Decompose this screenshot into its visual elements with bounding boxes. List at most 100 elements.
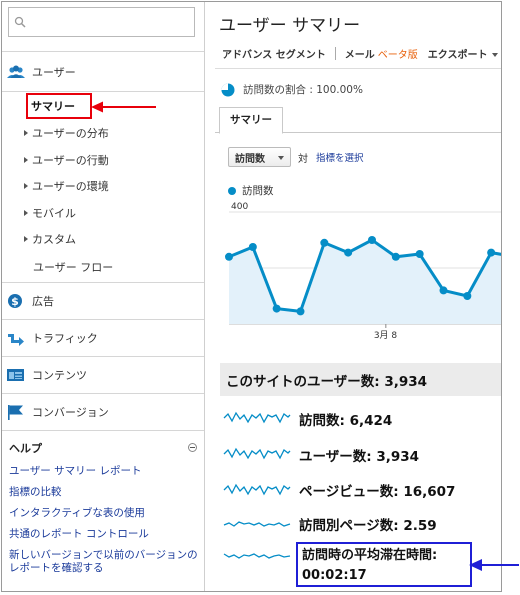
chart-point bbox=[487, 248, 496, 257]
x-tick-label: 3月 8 bbox=[374, 330, 398, 341]
pie-chart-icon bbox=[221, 83, 235, 96]
sidebar-item-label: ユーザーの環境 bbox=[32, 180, 109, 194]
chevron-down-icon bbox=[491, 53, 498, 57]
sidebar-section-users[interactable]: ユーザー bbox=[2, 52, 204, 92]
stat-users[interactable]: ユーザー数: 3,934 bbox=[223, 445, 419, 465]
advanced-segment-button[interactable]: アドバンス セグメント bbox=[222, 46, 326, 61]
metric-select-value: 訪問数 bbox=[235, 153, 265, 165]
sidebar-section-traffic[interactable]: トラフィック bbox=[2, 320, 204, 357]
visit-share-row: 訪問数の割合 : 100.00% bbox=[221, 82, 363, 97]
chart-point bbox=[225, 252, 233, 261]
site-users-heading: このサイトのユーザー数: 3,934 bbox=[220, 363, 501, 396]
vs-label: 対 bbox=[298, 153, 308, 165]
sidebar-item-label: ユーザーの行動 bbox=[32, 153, 109, 167]
dollar-icon: $ bbox=[8, 293, 22, 308]
sparkline bbox=[223, 483, 291, 496]
stat-pages-per-visit-label: 訪問別ページ数: 2.59 bbox=[299, 518, 437, 534]
sidebar-item-label: モバイル bbox=[32, 206, 76, 220]
sidebar-item-label: カスタム bbox=[32, 233, 76, 247]
chart-area bbox=[229, 240, 501, 324]
sparkline bbox=[223, 447, 291, 460]
email-button[interactable]: メール ベータ版 bbox=[345, 46, 418, 61]
app-frame: ユーザー サマリー ユーザーの分布 ユーザーの行動 ユーザーの環境 モバイル カ… bbox=[1, 1, 502, 592]
search-icon bbox=[14, 16, 26, 28]
expand-arrow-icon bbox=[24, 130, 28, 137]
legend-label: 訪問数 bbox=[242, 185, 274, 197]
help-link[interactable]: 指標の比較 bbox=[9, 486, 198, 499]
sparkline bbox=[223, 553, 291, 559]
toolbar: アドバンス セグメント メール ベータ版 エクスポート bbox=[215, 39, 501, 69]
tab-strip: サマリー bbox=[215, 107, 501, 134]
stat-visits[interactable]: 訪問数: 6,424 bbox=[223, 409, 392, 429]
expand-arrow-icon bbox=[24, 209, 28, 216]
help-link[interactable]: 共通のレポート コントロール bbox=[9, 528, 198, 541]
sidebar-section-conversion[interactable]: コンバージョン bbox=[2, 394, 204, 431]
help-panel: ヘルプ ユーザー サマリー レポート 指標の比較 インタラクティブな表の使用 共… bbox=[2, 431, 204, 575]
export-label: エクスポート bbox=[427, 50, 488, 61]
stat-avg-duration[interactable]: 訪問時の平均滞在時間: 00:02:17 bbox=[296, 542, 472, 587]
metric-row: 訪問数 対 指標を選択 bbox=[228, 147, 364, 167]
search-input[interactable] bbox=[9, 8, 194, 36]
export-button[interactable]: エクスポート bbox=[428, 46, 498, 61]
stat-avg-duration-label: 訪問時の平均滞在時間: bbox=[302, 548, 438, 563]
chart-point bbox=[272, 304, 281, 313]
users-icon bbox=[7, 65, 25, 78]
collapse-icon[interactable] bbox=[188, 443, 197, 452]
sidebar-section-ads-label: 広告 bbox=[32, 294, 54, 308]
email-label: メール bbox=[344, 50, 375, 61]
metric-select[interactable]: 訪問数 bbox=[228, 147, 291, 167]
main-content: ユーザー サマリー アドバンス セグメント メール ベータ版 エクスポート 訪問数… bbox=[215, 2, 501, 591]
sidebar-item-label: ユーザーの分布 bbox=[32, 127, 109, 141]
stat-pageviews[interactable]: ページビュー数: 16,607 bbox=[223, 480, 455, 500]
sidebar: ユーザー サマリー ユーザーの分布 ユーザーの行動 ユーザーの環境 モバイル カ… bbox=[2, 2, 205, 591]
search-area bbox=[2, 2, 204, 52]
svg-text:$: $ bbox=[11, 295, 19, 308]
annotation-highlight-box bbox=[26, 93, 92, 119]
chart-point bbox=[439, 286, 448, 295]
help-link[interactable]: 新しいバージョンで以前のバージョンのレポートを確認する bbox=[9, 549, 198, 575]
legend-dot bbox=[228, 186, 236, 195]
sidebar-section-ads[interactable]: $ 広告 bbox=[2, 283, 204, 320]
sparkline bbox=[223, 411, 291, 424]
help-link[interactable]: インタラクティブな表の使用 bbox=[9, 507, 198, 520]
stat-pages-per-visit[interactable]: 訪問別ページ数: 2.59 bbox=[223, 514, 437, 534]
stat-avg-duration-sparkline-row[interactable] bbox=[223, 546, 299, 566]
sidebar-section-content[interactable]: コンテンツ bbox=[2, 357, 204, 394]
chevron-down-icon bbox=[278, 156, 284, 160]
visits-chart[interactable]: 4002003月 8 bbox=[215, 200, 502, 342]
sidebar-item-mobile[interactable]: モバイル bbox=[2, 200, 204, 227]
expand-arrow-icon bbox=[24, 156, 28, 163]
stat-avg-duration-value: 00:02:17 bbox=[302, 568, 367, 583]
page-title: ユーザー サマリー bbox=[219, 16, 361, 36]
sidebar-item-user-distribution[interactable]: ユーザーの分布 bbox=[2, 120, 204, 147]
help-header: ヘルプ bbox=[9, 439, 198, 457]
content-icon bbox=[7, 368, 24, 381]
annotation-arrow-blue bbox=[469, 559, 519, 571]
chart-point bbox=[248, 243, 257, 251]
divider bbox=[334, 47, 336, 60]
stat-pageviews-label: ページビュー数: 16,607 bbox=[299, 484, 456, 500]
chart-legend: 訪問数 bbox=[228, 183, 274, 198]
chart-point bbox=[391, 252, 400, 261]
sidebar-section-conversion-label: コンバージョン bbox=[32, 405, 109, 419]
chart-point bbox=[463, 292, 472, 300]
expand-arrow-icon bbox=[24, 236, 28, 243]
choose-metric-link[interactable]: 指標を選択 bbox=[316, 150, 364, 164]
sidebar-item-user-behavior[interactable]: ユーザーの行動 bbox=[2, 147, 204, 174]
sidebar-section-content-label: コンテンツ bbox=[32, 368, 87, 382]
sparkline bbox=[223, 521, 291, 527]
stat-visits-label: 訪問数: 6,424 bbox=[299, 413, 393, 429]
annotation-arrow-red bbox=[91, 101, 156, 113]
stat-users-label: ユーザー数: 3,934 bbox=[299, 449, 420, 465]
chart-point bbox=[415, 250, 424, 258]
sidebar-section-users-label: ユーザー bbox=[32, 65, 76, 79]
search-box bbox=[8, 7, 195, 37]
site-users-text: このサイトのユーザー数: 3,934 bbox=[226, 373, 428, 390]
sidebar-item-custom[interactable]: カスタム bbox=[2, 226, 204, 253]
sidebar-item-user-flow[interactable]: ユーザー フロー bbox=[2, 253, 204, 283]
sidebar-section-traffic-label: トラフィック bbox=[32, 331, 98, 345]
help-link[interactable]: ユーザー サマリー レポート bbox=[9, 465, 198, 478]
sidebar-item-user-environment[interactable]: ユーザーの環境 bbox=[2, 173, 204, 200]
tab-summary[interactable]: サマリー bbox=[219, 107, 283, 134]
flag-icon bbox=[8, 404, 23, 420]
